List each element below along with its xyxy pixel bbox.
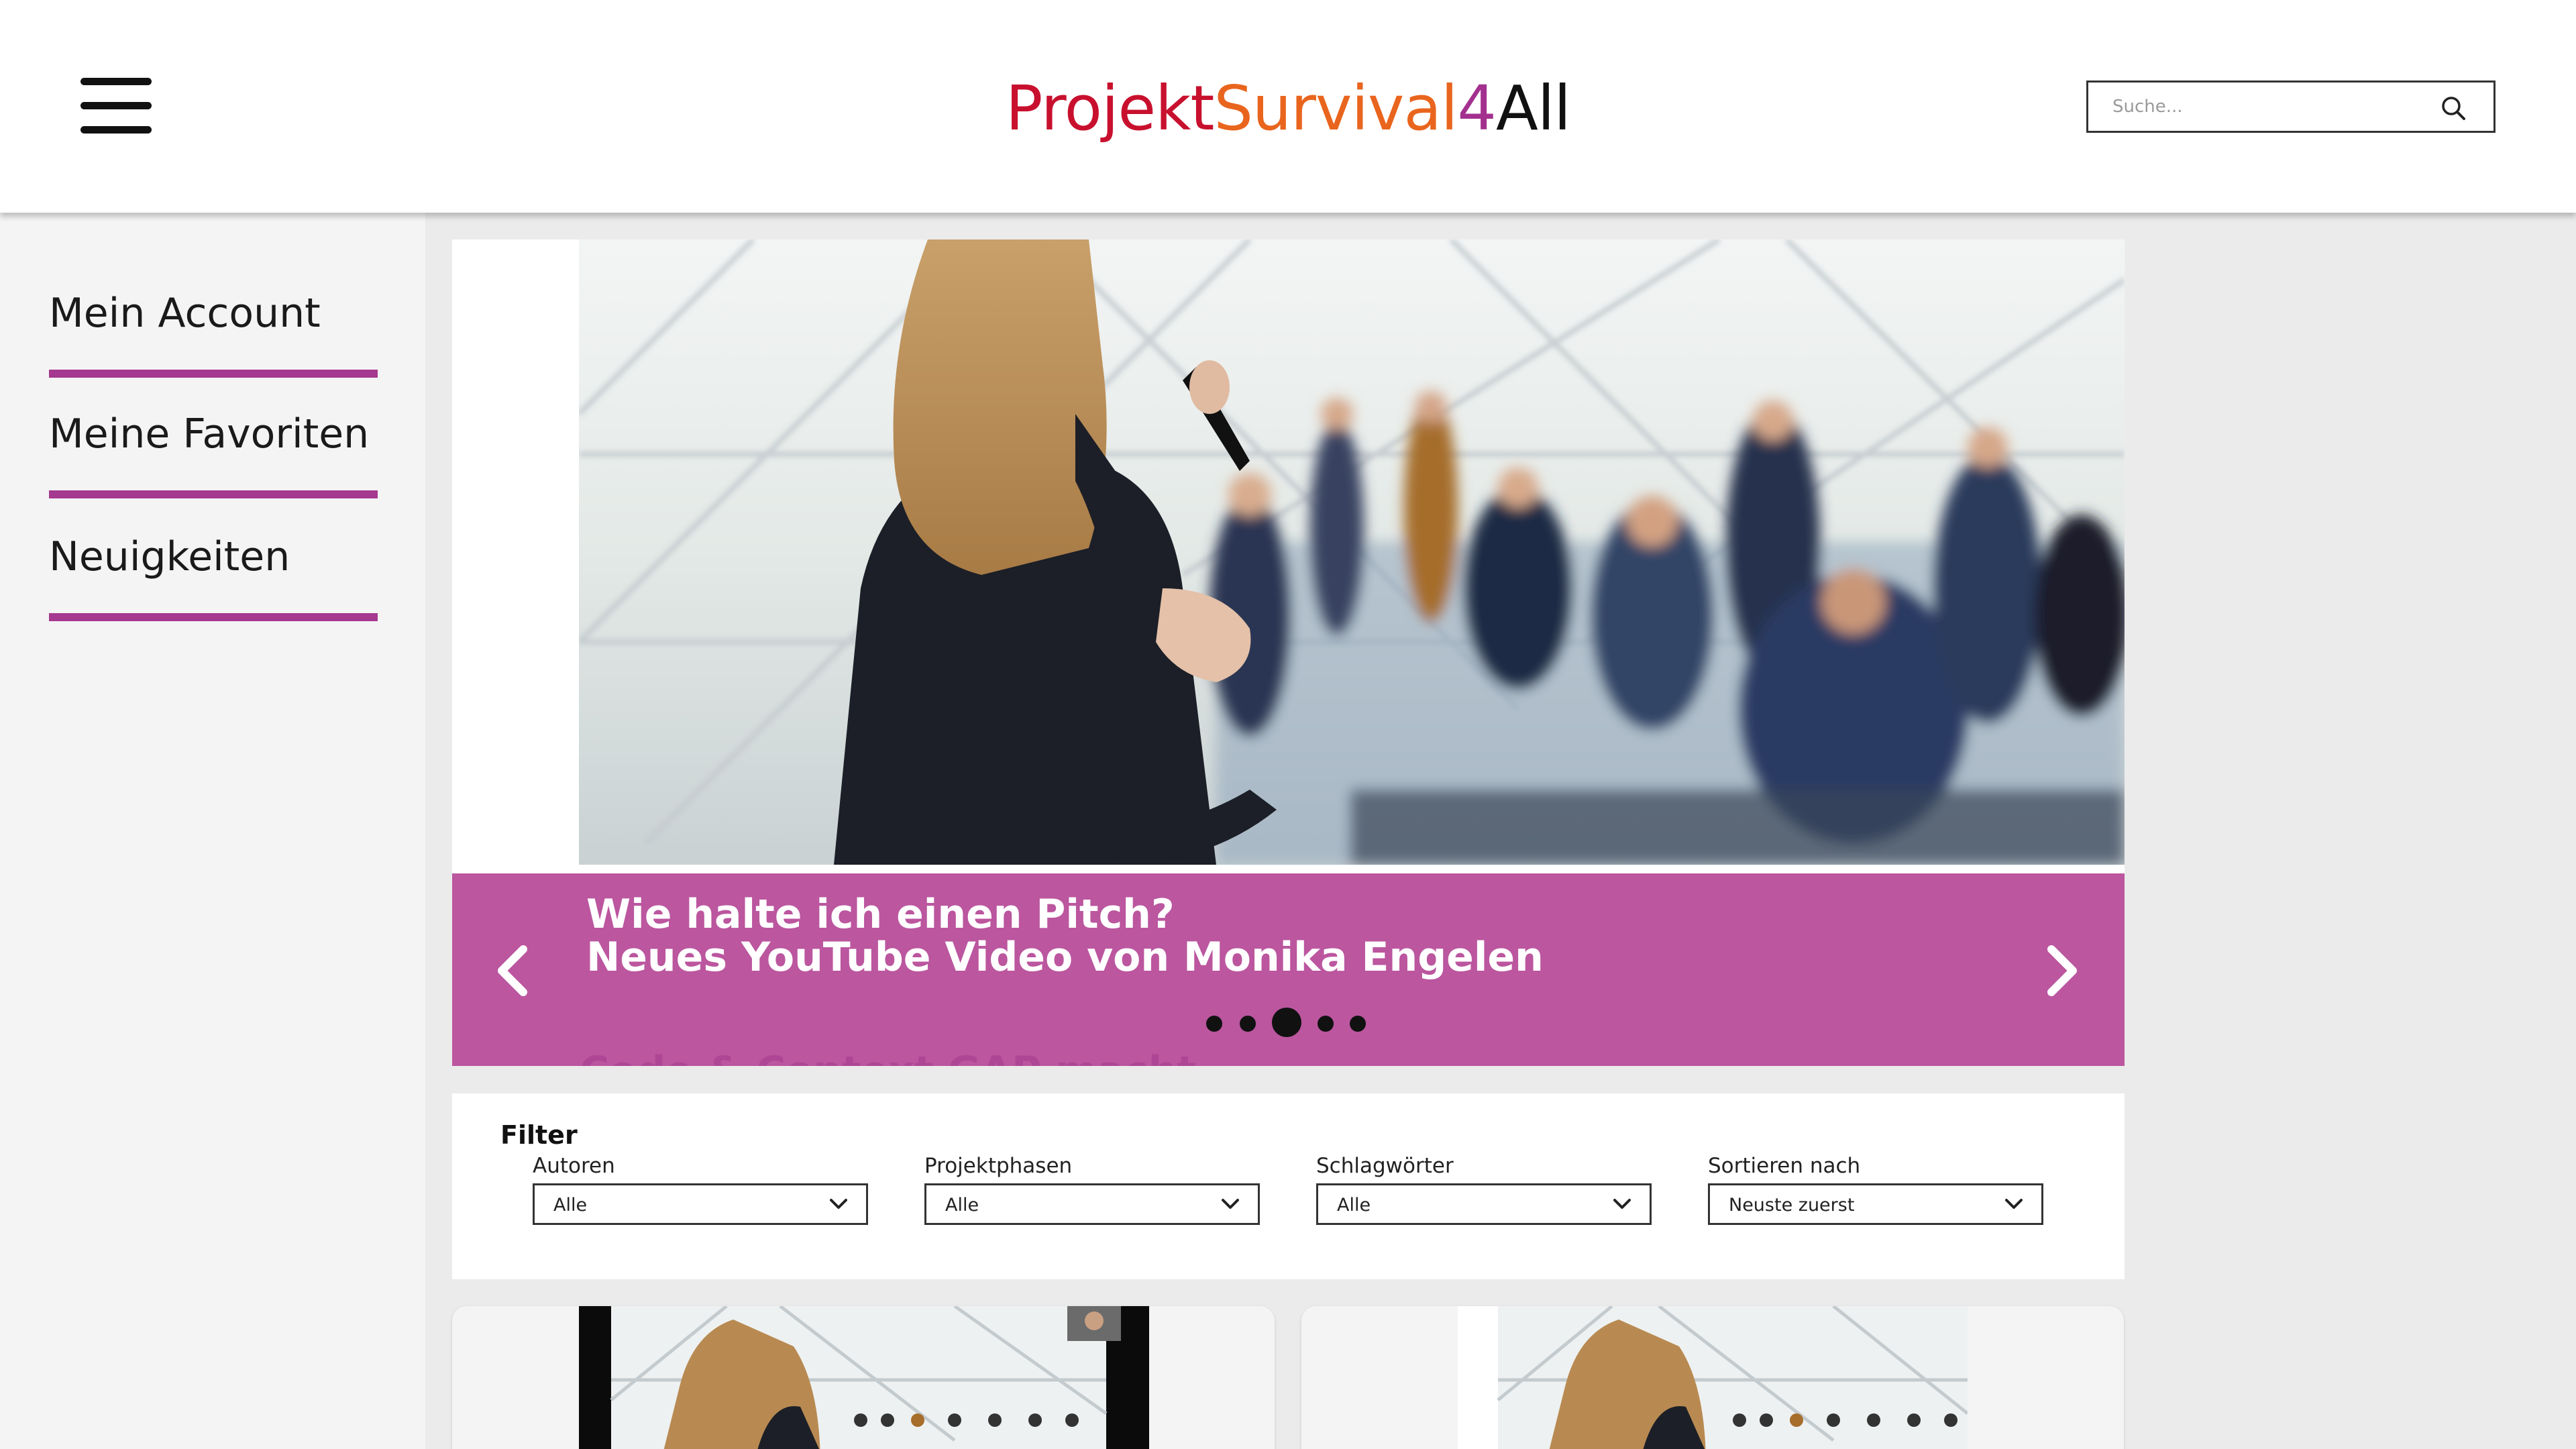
- news-card[interactable]: [452, 1306, 1275, 1449]
- projektphasen-select[interactable]: Alle: [924, 1183, 1260, 1225]
- carousel-caption[interactable]: Code & Context GAP macht Kickflirt Wie h…: [452, 873, 2125, 1066]
- sidebar-item-label: Mein Account: [49, 290, 321, 337]
- carousel-pagination: [1206, 1008, 1381, 1037]
- slide-title: Wie halte ich einen Pitch?: [586, 891, 1175, 938]
- app-header: ProjektSurvival4All: [0, 0, 2576, 213]
- card-thumbnail: [1458, 1306, 1968, 1449]
- chevron-down-icon: [830, 1199, 847, 1209]
- filter-label: Sortieren nach: [1708, 1154, 1861, 1178]
- logo-part-projekt: Projekt: [1006, 72, 1214, 144]
- filter-panel: Filter Autoren Alle Projektphasen Alle S…: [452, 1093, 2125, 1279]
- logo-part-4: 4: [1457, 72, 1497, 144]
- filter-label: Schlagwörter: [1316, 1154, 1454, 1178]
- chevron-left-icon[interactable]: [486, 937, 539, 1004]
- sidebar-item-mein-account[interactable]: Mein Account: [49, 286, 378, 378]
- logo-part-survival: Survival: [1214, 72, 1458, 144]
- carousel-dot-3-active[interactable]: [1272, 1008, 1301, 1037]
- filter-autoren: Autoren Alle: [533, 1154, 868, 1225]
- autoren-select[interactable]: Alle: [533, 1183, 868, 1225]
- next-slide-title: Code & Context GAP macht Kickflirt: [580, 1038, 1385, 1066]
- sortieren-select[interactable]: Neuste zuerst: [1708, 1183, 2043, 1225]
- filter-sortieren: Sortieren nach Neuste zuerst: [1708, 1154, 2043, 1225]
- select-value: Alle: [553, 1195, 588, 1216]
- filter-projektphasen: Projektphasen Alle: [924, 1154, 1260, 1225]
- news-card[interactable]: [1301, 1306, 2124, 1449]
- search-input[interactable]: [2112, 83, 2434, 131]
- sidebar-divider: [49, 613, 378, 621]
- filter-label: Autoren: [533, 1154, 615, 1178]
- search-box: [2086, 80, 2496, 133]
- slide-subtitle: Neues YouTube Video von Monika Engelen: [586, 934, 1544, 981]
- card-thumbnail: [579, 1306, 1149, 1449]
- carousel-dot-4[interactable]: [1318, 1016, 1334, 1032]
- chevron-down-icon: [2005, 1199, 2023, 1209]
- chevron-right-icon[interactable]: [2035, 937, 2089, 1004]
- hero-image[interactable]: [579, 239, 2125, 865]
- sidebar-divider: [49, 490, 378, 498]
- sidebar: Mein Account Meine Favoriten Neuigkeiten: [0, 213, 425, 1449]
- carousel-dot-5[interactable]: [1350, 1016, 1366, 1032]
- search-icon[interactable]: [2440, 95, 2467, 121]
- chevron-down-icon: [1613, 1199, 1631, 1209]
- sidebar-item-meine-favoriten[interactable]: Meine Favoriten: [49, 407, 378, 498]
- carousel-dot-1[interactable]: [1206, 1016, 1222, 1032]
- sidebar-item-label: Neuigkeiten: [49, 533, 290, 580]
- filter-title: Filter: [500, 1120, 578, 1150]
- sidebar-divider: [49, 370, 378, 378]
- select-value: Neuste zuerst: [1729, 1195, 1855, 1216]
- select-value: Alle: [1337, 1195, 1371, 1216]
- chevron-down-icon: [1222, 1199, 1239, 1209]
- schlagwoerter-select[interactable]: Alle: [1316, 1183, 1652, 1225]
- filter-schlagwoerter: Schlagwörter Alle: [1316, 1154, 1652, 1225]
- carousel-dot-2[interactable]: [1240, 1016, 1256, 1032]
- logo-part-all: All: [1495, 72, 1571, 144]
- select-value: Alle: [945, 1195, 979, 1216]
- filter-label: Projektphasen: [924, 1154, 1073, 1178]
- sidebar-item-label: Meine Favoriten: [49, 411, 370, 458]
- sidebar-item-neuigkeiten[interactable]: Neuigkeiten: [49, 530, 378, 621]
- news-carousel: Code & Context GAP macht Kickflirt Wie h…: [452, 239, 2125, 1066]
